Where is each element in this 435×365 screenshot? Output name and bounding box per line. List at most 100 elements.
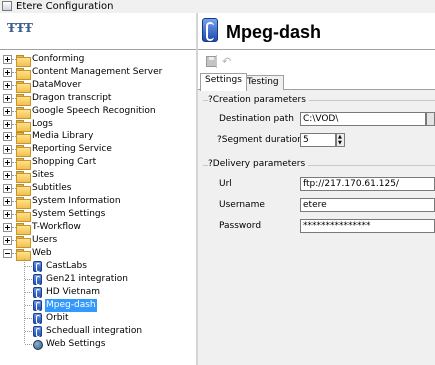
expand-icon[interactable] — [3, 145, 12, 155]
spin-down-icon[interactable]: ▼ — [338, 140, 342, 146]
tree-item-label: Web Settings — [46, 338, 106, 349]
tree-item-label: Sites — [32, 170, 54, 181]
tab-settings[interactable]: Settings — [200, 73, 247, 91]
tree-item-label: Logs — [32, 118, 53, 129]
delivery-section-title: ?Delivery parameters — [208, 159, 309, 170]
folder-icon — [16, 93, 31, 106]
undo-icon[interactable]: ↶ — [222, 56, 233, 67]
url-label: Url — [219, 179, 232, 189]
tree-folder-dragon-transcript[interactable]: Dragon transcript — [0, 92, 196, 106]
tree-connector — [25, 266, 32, 268]
tree-item-label: Shopping Cart — [32, 157, 97, 168]
tree-folder-content-management-server[interactable]: Content Management Server — [0, 66, 196, 80]
tree-folder-t-workflow[interactable]: T-Workflow — [0, 221, 196, 235]
tree-folder-users[interactable]: Users — [0, 234, 196, 248]
tree-toolbar: ŦŦ Ŧ — [0, 13, 196, 49]
expand-icon[interactable] — [3, 119, 12, 129]
folder-icon — [16, 222, 31, 235]
tree-folder-shopping-cart[interactable]: Shopping Cart — [0, 156, 196, 171]
tree-folder-google-speech-recognition[interactable]: Google Speech Recognition — [0, 105, 196, 119]
tree-item-label: Conforming — [32, 54, 85, 64]
collapse-all-icon[interactable]: Ŧ — [23, 22, 34, 34]
tab-testing[interactable]: Testing — [242, 75, 284, 90]
destination-path-label: Destination path — [219, 114, 294, 124]
toolbar-separator — [216, 55, 217, 68]
folder-icon — [16, 196, 31, 209]
folder-icon — [16, 67, 31, 80]
tree-web-item-gen21-integration[interactable]: Gen21 integration — [0, 273, 196, 286]
tree-folder-system-settings[interactable]: System Settings — [0, 208, 196, 222]
tree-folder-system-information[interactable]: System Information — [0, 195, 196, 209]
module-cube-icon — [202, 18, 218, 42]
tree-web-item-castlabs[interactable]: CastLabs — [0, 260, 196, 273]
password-input[interactable]: *************** — [300, 219, 435, 233]
cube-icon — [33, 274, 42, 286]
tree-connector — [25, 292, 32, 294]
expand-icon[interactable] — [3, 67, 12, 77]
expand-icon[interactable] — [3, 209, 12, 219]
page-header: Mpeg-dash — [198, 13, 435, 49]
expand-icon[interactable] — [3, 184, 12, 193]
password-label: Password — [219, 221, 262, 231]
tree-item-label: System Settings — [32, 208, 106, 219]
expand-icon[interactable] — [3, 55, 12, 64]
expand-icon[interactable] — [3, 106, 12, 116]
browse-button[interactable] — [426, 112, 435, 126]
cube-icon — [33, 261, 42, 273]
tree-item-label: Users — [32, 234, 58, 245]
tree-folder-logs[interactable]: Logs — [0, 118, 196, 132]
tree-web-item-scheduall-integration[interactable]: Scheduall integration — [0, 325, 196, 338]
expand-icon[interactable] — [3, 235, 12, 245]
expand-icon[interactable] — [3, 222, 12, 232]
tree-item-label: CastLabs — [46, 261, 87, 272]
expand-icon[interactable] — [3, 80, 12, 90]
expand-icon[interactable] — [3, 132, 12, 142]
tree-item-label: Media Library — [32, 131, 94, 142]
config-tree: Conforming Content Management Server DataM… — [0, 49, 196, 365]
url-input[interactable]: ftp://217.170.61.125/ — [300, 177, 435, 191]
tree-item-label: Web — [32, 247, 52, 258]
expand-icon[interactable] — [3, 196, 12, 206]
segment-duration-label: ?Segment duration — [217, 135, 304, 145]
tree-connector — [25, 318, 32, 319]
tree-folder-reporting-service[interactable]: Reporting Service — [0, 143, 196, 158]
tree-item-label: Mpeg-dash — [45, 299, 97, 313]
username-input[interactable]: etere — [300, 198, 435, 212]
editor-toolbar: ↶ — [198, 49, 435, 71]
segment-duration-stepper[interactable]: ▲ ▼ — [336, 133, 345, 147]
collapse-icon[interactable] — [3, 248, 12, 258]
tree-connector — [25, 279, 32, 281]
tree-item-label: T-Workflow — [32, 221, 81, 232]
tree-web-item-mpeg-dash[interactable]: Mpeg-dash — [0, 299, 196, 313]
folder-icon — [16, 184, 31, 196]
tree-folder-media-library[interactable]: Media Library — [0, 130, 196, 145]
tree-folder-datamover[interactable]: DataMover — [0, 79, 196, 93]
tree-web-item-hd-vietnam[interactable]: HD Vietnam — [0, 286, 196, 299]
folder-icon — [16, 55, 31, 67]
tree-item-label: System Information — [32, 195, 121, 206]
tree-web-item-web-settings[interactable]: Web Settings — [0, 338, 196, 351]
expand-all-icon[interactable]: ŦŦ — [7, 22, 25, 34]
tree-item-label: Subtitles — [32, 183, 72, 193]
tree-folder-subtitles[interactable]: Subtitles — [0, 182, 196, 196]
expand-icon[interactable] — [3, 93, 12, 103]
folder-icon — [16, 248, 31, 261]
expand-icon[interactable] — [3, 171, 12, 181]
folder-icon — [16, 132, 31, 145]
tree-item-label: DataMover — [32, 79, 82, 90]
tree-item-label: Orbit — [46, 313, 69, 323]
segment-duration-input[interactable]: 5 — [300, 133, 336, 147]
tree-connector — [25, 305, 32, 307]
destination-path-input[interactable]: C:\VOD\ — [300, 112, 426, 126]
tree-item-label: Scheduall integration — [46, 325, 143, 336]
cube-icon — [33, 313, 42, 324]
tree-item-label: Reporting Service — [32, 144, 112, 155]
tree-folder-web[interactable]: Web — [0, 247, 196, 261]
creation-section-title: ?Creation parameters — [208, 95, 309, 106]
expand-icon[interactable] — [3, 158, 12, 168]
window-title: Etere Configuration — [16, 1, 114, 12]
tree-web-item-orbit[interactable]: Orbit — [0, 312, 196, 325]
folder-icon — [16, 145, 31, 158]
tree-folder-conforming[interactable]: Conforming — [0, 53, 196, 67]
tree-folder-sites[interactable]: Sites — [0, 169, 196, 184]
